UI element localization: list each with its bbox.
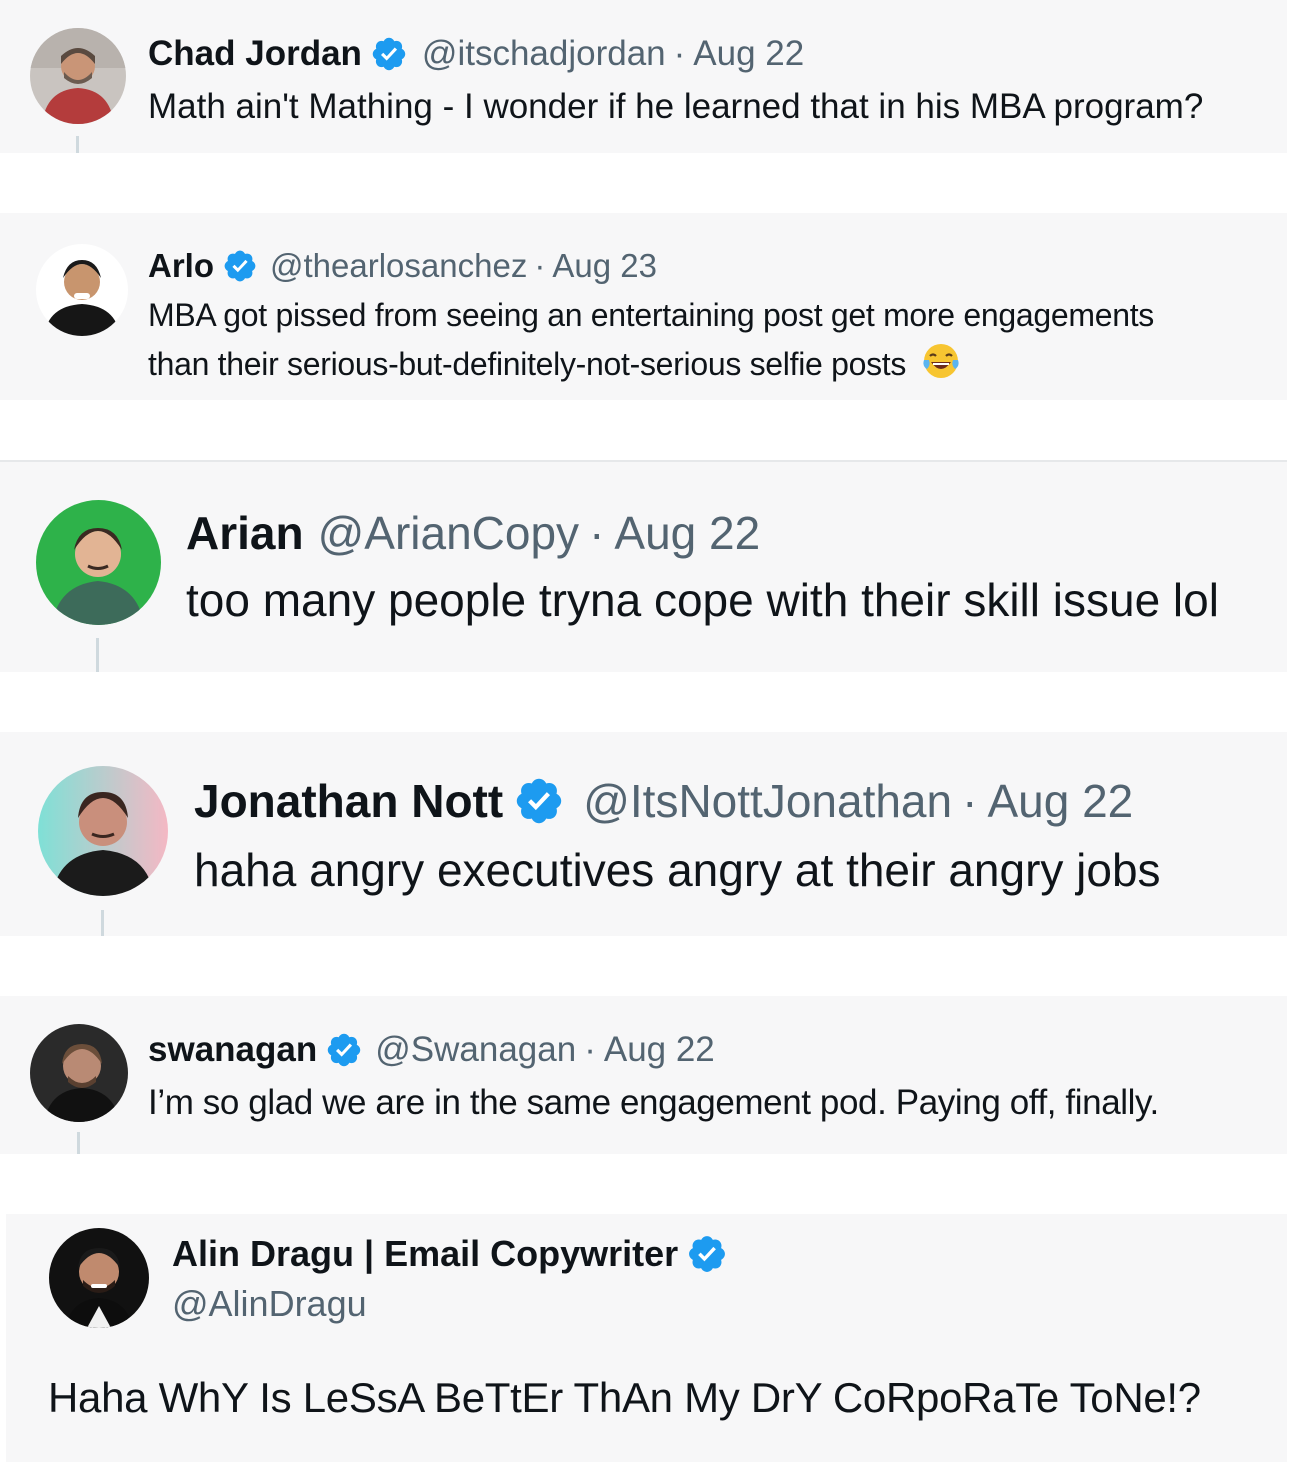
tweet-text: Haha WhY Is LeSsA BeTtEr ThAn My DrY CoR… bbox=[48, 1374, 1201, 1421]
tweet-text: haha angry executives angry at their ang… bbox=[194, 844, 1161, 896]
tweet-card[interactable]: Arlo @thearlosanchez · Aug 23 MBA got pi… bbox=[0, 213, 1287, 400]
laughing-tears-emoji-icon bbox=[921, 341, 961, 381]
tweet-text-line-1: MBA got pissed from seeing an entertaini… bbox=[148, 297, 1154, 333]
tweet-date[interactable]: Aug 22 bbox=[604, 1030, 715, 1070]
tweet-date[interactable]: Aug 22 bbox=[693, 34, 804, 74]
avatar[interactable] bbox=[30, 1024, 128, 1122]
tweet-header: swanagan @Swanagan · Aug 22 bbox=[148, 1028, 715, 1072]
author-name[interactable]: Arlo bbox=[148, 247, 214, 285]
verified-badge-icon bbox=[513, 775, 565, 827]
avatar[interactable] bbox=[30, 28, 126, 124]
tweet-date[interactable]: Aug 23 bbox=[552, 247, 657, 285]
separator-dot: · bbox=[584, 1030, 596, 1069]
avatar-photo-icon bbox=[30, 1024, 128, 1122]
author-name[interactable]: Arian bbox=[186, 506, 304, 560]
author-handle[interactable]: @AlinDragu bbox=[172, 1283, 367, 1325]
author-name[interactable]: Jonathan Nott bbox=[194, 774, 503, 828]
tweet-text-line-2-text: than their serious-but-definitely-not-se… bbox=[148, 346, 907, 382]
separator-dot: · bbox=[589, 507, 605, 559]
avatar[interactable] bbox=[36, 500, 161, 625]
author-handle[interactable]: @itschadjordan bbox=[422, 34, 666, 74]
tweet-card[interactable]: Jonathan Nott @ItsNottJonathan · Aug 22 … bbox=[0, 732, 1287, 936]
author-name[interactable]: Chad Jordan bbox=[148, 34, 362, 74]
avatar-photo-icon bbox=[30, 28, 126, 124]
author-name[interactable]: Alin Dragu | Email Copywriter bbox=[172, 1233, 678, 1275]
author-handle[interactable]: @Swanagan bbox=[375, 1030, 576, 1070]
thread-connector bbox=[76, 136, 79, 153]
separator-dot: · bbox=[673, 34, 686, 73]
tweet-handle-line: @AlinDragu bbox=[172, 1282, 367, 1326]
verified-badge-icon bbox=[370, 35, 408, 73]
avatar[interactable] bbox=[38, 766, 168, 896]
avatar-photo-icon bbox=[36, 244, 128, 336]
avatar[interactable] bbox=[36, 244, 128, 336]
tweet-header: Chad Jordan @itschadjordan · Aug 22 bbox=[148, 32, 804, 76]
verified-badge-icon bbox=[686, 1233, 728, 1275]
tweet-header: Jonathan Nott @ItsNottJonathan · Aug 22 bbox=[194, 772, 1133, 830]
tweet-header: Alin Dragu | Email Copywriter bbox=[172, 1232, 728, 1276]
avatar-photo-icon bbox=[49, 1228, 149, 1328]
avatar-photo-icon bbox=[38, 766, 168, 896]
avatar-photo-icon bbox=[36, 500, 161, 625]
tweet-text: I’m so glad we are in the same engagemen… bbox=[148, 1083, 1159, 1122]
tweet-card[interactable]: swanagan @Swanagan · Aug 22 I’m so glad … bbox=[0, 996, 1287, 1154]
separator-dot: · bbox=[962, 775, 978, 827]
avatar[interactable] bbox=[49, 1228, 149, 1328]
verified-badge-icon bbox=[222, 248, 258, 284]
author-handle[interactable]: @ItsNottJonathan bbox=[583, 774, 952, 828]
tweet-date[interactable]: Aug 22 bbox=[614, 506, 760, 560]
author-name[interactable]: swanagan bbox=[148, 1030, 317, 1070]
tweet-text: Math ain't Mathing - I wonder if he lear… bbox=[148, 87, 1204, 126]
tweet-card[interactable]: Arian @ArianCopy · Aug 22 too many peopl… bbox=[0, 462, 1287, 672]
tweet-card[interactable]: Chad Jordan @itschadjordan · Aug 22 Math… bbox=[0, 0, 1287, 153]
tweet-text-line-2: than their serious-but-definitely-not-se… bbox=[148, 341, 961, 384]
author-handle[interactable]: @thearlosanchez bbox=[270, 247, 527, 285]
tweet-card[interactable]: Alin Dragu | Email Copywriter @AlinDragu… bbox=[6, 1214, 1287, 1462]
tweet-date[interactable]: Aug 22 bbox=[987, 774, 1133, 828]
tweet-text: too many people tryna cope with their sk… bbox=[186, 574, 1219, 626]
thread-connector bbox=[101, 910, 104, 936]
thread-connector bbox=[96, 638, 99, 672]
author-handle[interactable]: @ArianCopy bbox=[318, 506, 579, 560]
tweet-header: Arlo @thearlosanchez · Aug 23 bbox=[148, 245, 657, 287]
tweet-header: Arian @ArianCopy · Aug 22 bbox=[186, 504, 760, 562]
thread-connector bbox=[77, 1132, 80, 1154]
separator-dot: · bbox=[534, 247, 546, 284]
verified-badge-icon bbox=[325, 1031, 363, 1069]
